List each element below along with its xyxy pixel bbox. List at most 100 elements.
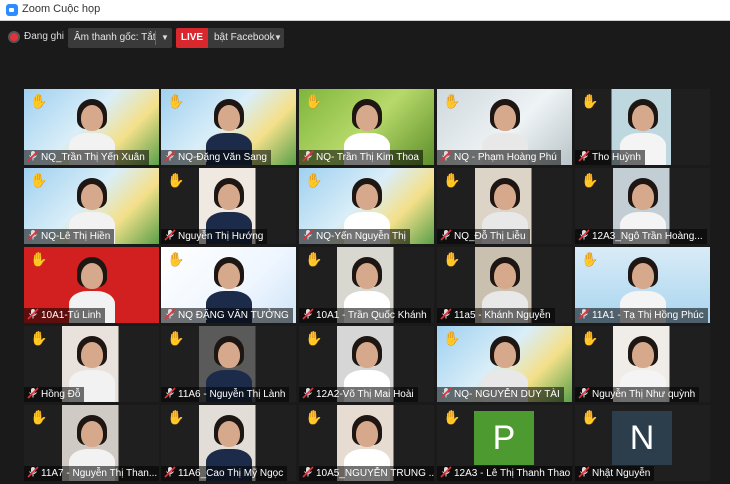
participant-name: 11A6_Cao Thị Mỹ Ngọc <box>178 468 284 479</box>
participant-name: NQ - Phạm Hoàng Phú <box>454 152 557 163</box>
mic-muted-icon <box>578 229 590 241</box>
participant-name: NQ-Yến Nguyễn Thị <box>316 231 406 242</box>
person-face <box>356 184 378 210</box>
mic-muted-icon <box>440 466 452 478</box>
participant-tile[interactable]: ✋ 11a5 - Khánh Nguyễn <box>437 247 572 323</box>
participant-name: 12A3_Ngô Trần Hoàng... <box>592 231 703 242</box>
person-face <box>218 184 240 210</box>
live-stream-button[interactable]: LIVE bật Facebook ▼ <box>176 28 284 48</box>
raised-hand-icon: ✋ <box>305 93 323 109</box>
participant-tile[interactable]: ✋ 11A7 - Nguyễn Thị Than... <box>24 405 159 481</box>
raised-hand-icon: ✋ <box>443 409 461 425</box>
mic-muted-icon <box>27 150 39 162</box>
participant-tile[interactable]: ✋ NQ-Yến Nguyễn Thị <box>299 168 434 244</box>
participant-tile[interactable]: ✋ Nguyễn Thị Hướng <box>161 168 296 244</box>
participant-tile[interactable]: ✋ Nguyễn Thị Như quỳnh <box>575 326 710 402</box>
participant-name-bar: NQ ĐẶNG VĂN TƯỞNG <box>161 308 293 323</box>
participant-name-bar: 10A1-Tú Linh <box>24 308 106 323</box>
participant-tile[interactable]: ✋ 12A3_Ngô Trần Hoàng... <box>575 168 710 244</box>
person-face <box>356 342 378 368</box>
participant-name-bar: Nhật Nguyễn <box>575 466 655 481</box>
participant-tile[interactable]: ✋ NQ-Lê Thị Hiền <box>24 168 159 244</box>
participant-tile[interactable]: N ✋ Nhật Nguyễn <box>575 405 710 481</box>
participant-tile[interactable]: P ✋ 12A3 - Lê Thị Thanh Thao <box>437 405 572 481</box>
person-face <box>81 105 103 131</box>
participant-tile[interactable]: ✋ NQ_Đỗ Thị Liễu <box>437 168 572 244</box>
participant-name: NQ ĐẶNG VĂN TƯỞNG <box>178 310 289 321</box>
participant-name-bar: 11A1 - Tạ Thị Hồng Phúc <box>575 308 708 323</box>
person-face <box>81 263 103 289</box>
participant-tile[interactable]: ✋ 11A6_Cao Thị Mỹ Ngọc <box>161 405 296 481</box>
participant-name-bar: NQ- NGUYỄN DUY TÀI <box>437 387 564 402</box>
participant-name: NQ-Đặng Văn Sang <box>178 152 267 163</box>
raised-hand-icon: ✋ <box>167 330 185 346</box>
participant-name-bar: NQ - Phạm Hoàng Phú <box>437 150 561 165</box>
raised-hand-icon: ✋ <box>30 172 48 188</box>
participant-name: 11A7 - Nguyễn Thị Than... <box>41 468 158 479</box>
participant-name-bar: NQ-Lê Thị Hiền <box>24 229 115 244</box>
participant-name-bar: Nguyễn Thị Hướng <box>161 229 268 244</box>
participant-name: 11A1 - Tạ Thị Hồng Phúc <box>592 310 704 321</box>
participant-tile[interactable]: ✋ 11A1 - Tạ Thị Hồng Phúc <box>575 247 710 323</box>
mic-muted-icon <box>440 150 452 162</box>
participant-tile[interactable]: ✋ 10A1 - Trần Quốc Khánh <box>299 247 434 323</box>
participant-tile[interactable]: ✋ NQ - Phạm Hoàng Phú <box>437 89 572 165</box>
raised-hand-icon: ✋ <box>581 330 599 346</box>
original-audio-button[interactable]: Âm thanh gốc: Tắt ▼ <box>68 28 172 48</box>
participant-tile[interactable]: ✋ NQ-Đặng Văn Sang <box>161 89 296 165</box>
raised-hand-icon: ✋ <box>305 409 323 425</box>
participant-tile[interactable]: ✋ 12A2-Võ Thị Mai Hoài <box>299 326 434 402</box>
participant-name-bar: Nguyễn Thị Như quỳnh <box>575 387 700 402</box>
person-face <box>356 263 378 289</box>
person-face <box>218 263 240 289</box>
person-face <box>356 421 378 447</box>
raised-hand-icon: ✋ <box>581 172 599 188</box>
participant-tile[interactable]: ✋ Tho Huỳnh <box>575 89 710 165</box>
participant-name-bar: 11A7 - Nguyễn Thị Than... <box>24 466 159 481</box>
recording-label: Đang ghi <box>24 31 65 42</box>
participant-name: 10A5_NGUYỄN TRUNG ... <box>316 468 434 479</box>
mic-muted-icon <box>302 150 314 162</box>
participant-tile[interactable]: ✋ NQ ĐẶNG VĂN TƯỞNG <box>161 247 296 323</box>
raised-hand-icon: ✋ <box>30 251 48 267</box>
participant-name: 10A1-Tú Linh <box>41 310 102 321</box>
participant-tile[interactable]: ✋ NQ- Trần Thị Kim Thoa <box>299 89 434 165</box>
mic-muted-icon <box>27 229 39 241</box>
participant-name: NQ_Trần Thị Yến Xuân <box>41 152 145 163</box>
mic-muted-icon <box>164 387 176 399</box>
participant-name-bar: 12A2-Võ Thị Mai Hoài <box>299 387 418 402</box>
participant-tile[interactable]: ✋ 10A5_NGUYỄN TRUNG ... <box>299 405 434 481</box>
participant-name: NQ- Trần Thị Kim Thoa <box>316 152 419 163</box>
mic-muted-icon <box>27 466 39 478</box>
participant-tile[interactable]: ✋ NQ_Trần Thị Yến Xuân <box>24 89 159 165</box>
mic-muted-icon <box>27 308 39 320</box>
participant-name-bar: NQ_Đỗ Thị Liễu <box>437 229 530 244</box>
chevron-down-icon[interactable]: ▼ <box>274 28 282 48</box>
participant-name-bar: Tho Huỳnh <box>575 150 645 165</box>
participant-name-bar: NQ-Đặng Văn Sang <box>161 150 271 165</box>
raised-hand-icon: ✋ <box>443 251 461 267</box>
participant-name: NQ- NGUYỄN DUY TÀI <box>454 389 560 400</box>
zoom-app-icon <box>6 4 18 16</box>
raised-hand-icon: ✋ <box>443 172 461 188</box>
mic-muted-icon <box>164 229 176 241</box>
raised-hand-icon: ✋ <box>581 251 599 267</box>
participant-tile[interactable]: ✋ 10A1-Tú Linh <box>24 247 159 323</box>
raised-hand-icon: ✋ <box>305 251 323 267</box>
chevron-down-icon[interactable]: ▼ <box>161 28 169 48</box>
participant-name-bar: Hồng Đỗ <box>24 387 85 402</box>
mic-muted-icon <box>164 466 176 478</box>
participant-tile[interactable]: ✋ 11A6 - Nguyễn Thị Lành <box>161 326 296 402</box>
avatar: P <box>474 411 534 465</box>
participant-tile[interactable]: ✋ NQ- NGUYỄN DUY TÀI <box>437 326 572 402</box>
participant-name-bar: NQ- Trần Thị Kim Thoa <box>299 150 423 165</box>
person-face <box>218 421 240 447</box>
person-face <box>81 421 103 447</box>
person-face <box>632 263 654 289</box>
mic-muted-icon <box>302 466 314 478</box>
mic-muted-icon <box>164 308 176 320</box>
participant-name: NQ_Đỗ Thị Liễu <box>454 231 526 242</box>
participant-name: Nguyễn Thị Hướng <box>178 231 264 242</box>
raised-hand-icon: ✋ <box>305 330 323 346</box>
participant-tile[interactable]: ✋ Hồng Đỗ <box>24 326 159 402</box>
